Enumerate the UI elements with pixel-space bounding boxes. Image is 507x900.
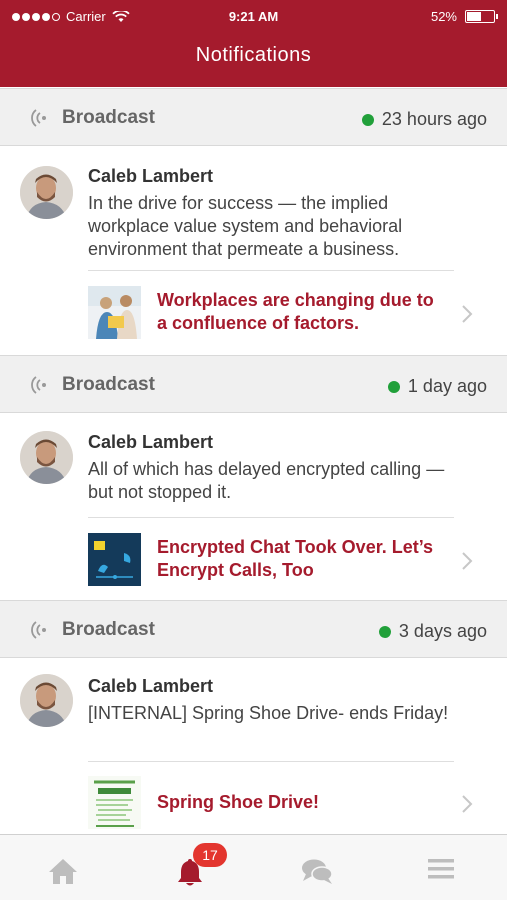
section-header-broadcast: Broadcast 3 days ago [0, 600, 507, 658]
author-name: Caleb Lambert [88, 432, 214, 452]
divider [88, 761, 454, 762]
avatar [20, 431, 73, 484]
author-name: Caleb Lambert [88, 166, 214, 186]
author-name: Caleb Lambert [88, 676, 214, 696]
article-link-title[interactable]: Workplaces are changing due to a conflue… [157, 289, 447, 335]
article-thumbnail[interactable] [88, 533, 141, 586]
section-header-broadcast: Broadcast 1 day ago [0, 355, 507, 413]
article-link-title[interactable]: Encrypted Chat Took Over. Let’s Encrypt … [157, 536, 447, 582]
broadcast-icon [31, 109, 46, 127]
tab-chat[interactable] [252, 835, 378, 900]
app-header: Carrier 9:21 AM 52% Notifications [0, 0, 507, 87]
timestamp: 1 day ago [407, 376, 487, 396]
hamburger-menu-icon [428, 859, 454, 879]
timestamp: 23 hours ago [381, 109, 487, 129]
tab-bar: 17 [0, 834, 507, 900]
chevron-right-icon[interactable] [461, 794, 473, 814]
status-dot [387, 380, 400, 393]
section-header-broadcast: Broadcast 23 hours ago [0, 88, 507, 146]
section-label: Broadcast [62, 107, 155, 128]
chat-bubbles-icon [302, 859, 333, 884]
status-dot [378, 625, 391, 638]
article-thumbnail[interactable] [88, 286, 141, 339]
chevron-right-icon[interactable] [461, 551, 473, 571]
notification-message: [INTERNAL] Spring Shoe Drive- ends Frida… [88, 703, 449, 723]
notification-card[interactable]: Caleb Lambert [INTERNAL] Spring Shoe Dri… [0, 658, 507, 834]
avatar [20, 674, 73, 727]
notification-message: All of which has delayed encrypted calli… [88, 459, 445, 502]
divider [88, 517, 454, 518]
status-dot [361, 113, 374, 126]
notification-message: In the drive for success — the implied w… [88, 193, 403, 259]
notification-card[interactable]: Caleb Lambert All of which has delayed e… [0, 413, 507, 600]
chevron-right-icon[interactable] [461, 304, 473, 324]
broadcast-icon [31, 376, 46, 394]
tab-menu[interactable] [378, 835, 504, 900]
notification-badge: 17 [193, 843, 227, 867]
status-bar: Carrier 9:21 AM 52% [0, 0, 507, 32]
divider [88, 270, 454, 271]
page-title: Notifications [195, 44, 312, 66]
battery-icon [465, 10, 498, 23]
tab-home[interactable] [0, 835, 126, 900]
notification-card[interactable]: Caleb Lambert In the drive for success —… [0, 146, 507, 355]
broadcast-icon [31, 621, 46, 639]
article-thumbnail[interactable] [88, 776, 141, 829]
timestamp: 3 days ago [398, 621, 487, 641]
article-link-title[interactable]: Spring Shoe Drive! [157, 791, 447, 814]
home-icon [49, 859, 77, 884]
avatar [20, 166, 73, 219]
section-label: Broadcast [62, 619, 155, 640]
tab-notifications[interactable]: 17 [126, 835, 252, 900]
section-label: Broadcast [62, 374, 155, 395]
battery-percent: 52% [430, 9, 457, 24]
